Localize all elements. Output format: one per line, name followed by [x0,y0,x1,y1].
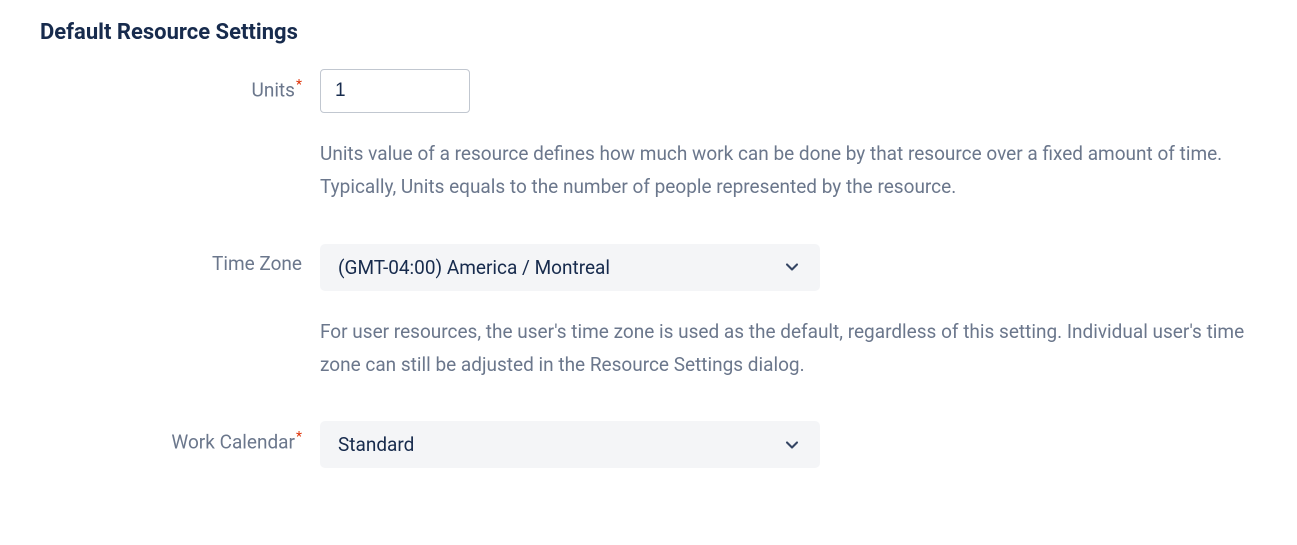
timezone-row: Time Zone (GMT-04:00) America / Montreal… [40,244,1257,412]
timezone-select[interactable]: (GMT-04:00) America / Montreal [320,244,820,291]
units-label-cell: Units* [40,69,320,101]
work-calendar-label: Work Calendar [171,430,295,453]
units-help-text: Units value of a resource defines how mu… [320,137,1257,204]
timezone-input-cell: (GMT-04:00) America / Montreal For user … [320,244,1257,412]
units-label: Units [252,78,295,101]
timezone-label: Time Zone [212,252,302,275]
units-input[interactable] [320,69,470,113]
chevron-down-icon [782,435,802,455]
chevron-down-icon [782,257,802,277]
work-calendar-input-cell: Standard [320,421,1257,468]
timezone-value: (GMT-04:00) America / Montreal [338,256,610,279]
work-calendar-select[interactable]: Standard [320,421,820,468]
work-calendar-row: Work Calendar* Standard [40,421,1257,468]
units-row: Units* Units value of a resource defines… [40,69,1257,234]
section-title: Default Resource Settings [40,20,1257,45]
timezone-label-cell: Time Zone [40,244,320,275]
units-input-cell: Units value of a resource defines how mu… [320,69,1257,234]
work-calendar-value: Standard [338,433,414,456]
required-asterisk: * [296,77,302,93]
required-asterisk: * [296,429,302,445]
work-calendar-label-cell: Work Calendar* [40,421,320,453]
timezone-help-text: For user resources, the user's time zone… [320,315,1257,382]
